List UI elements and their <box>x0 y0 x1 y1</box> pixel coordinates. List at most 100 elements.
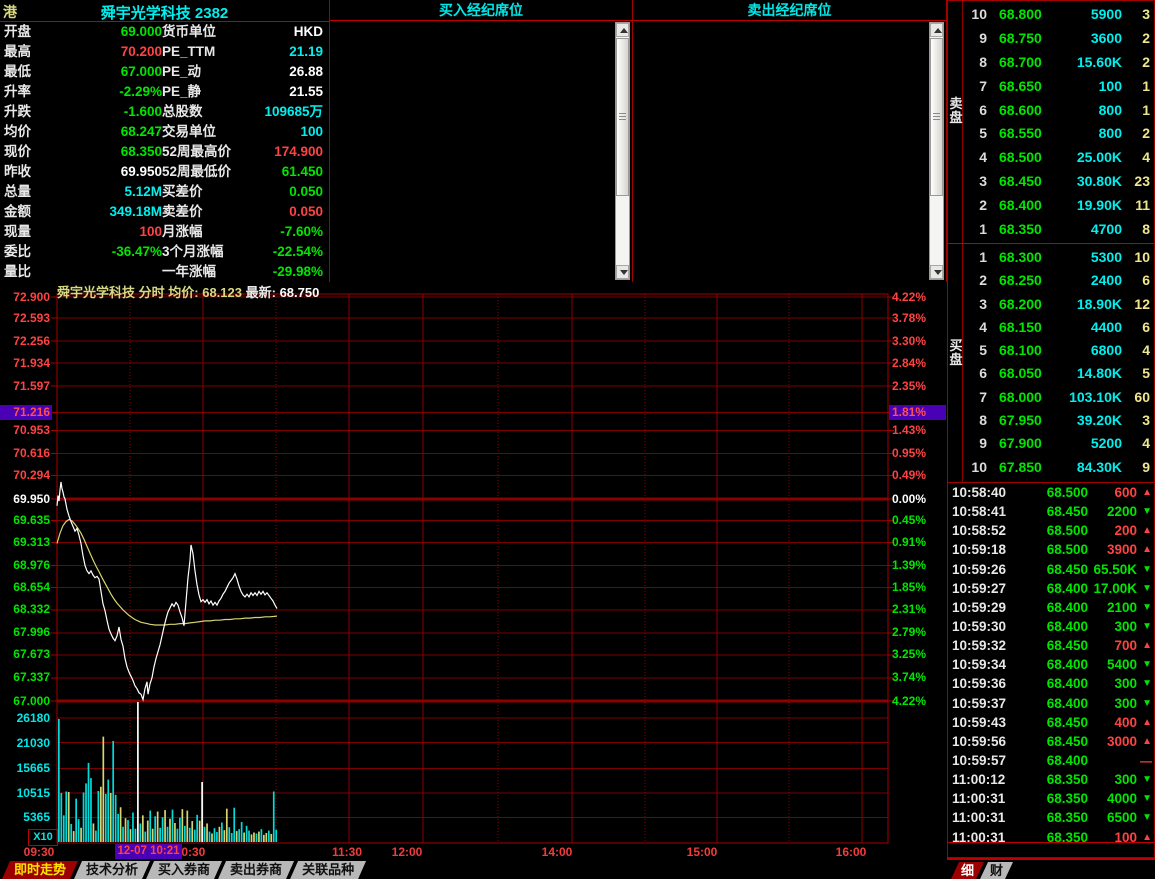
stat-label: 卖差价 <box>162 202 258 222</box>
price-axis-label: 70.616 <box>0 446 52 461</box>
sell-level-row[interactable]: 768.6501001 <box>963 75 1154 99</box>
scrollbar-thumb[interactable] <box>930 38 943 196</box>
scroll-down-icon[interactable] <box>930 265 943 279</box>
arrow-down-icon: ▼ <box>1137 602 1152 613</box>
level-volume: 2400 <box>1055 269 1122 292</box>
sell-level-row[interactable]: 968.75036002 <box>963 27 1154 51</box>
level-price: 68.600 <box>989 99 1055 123</box>
buy-level-row[interactable]: 468.15044006 <box>963 316 1154 339</box>
tick-row: 11:00:3168.3504000▼ <box>948 789 1154 808</box>
sell-level-row[interactable]: 368.45030.80K23 <box>963 170 1154 194</box>
buy-level-row[interactable]: 768.000103.10K60 <box>963 386 1154 409</box>
level-price: 68.250 <box>989 269 1055 292</box>
buy-level-row[interactable]: 568.10068004 <box>963 339 1154 362</box>
level-count: 10 <box>1122 246 1150 269</box>
tab-细[interactable]: 细 <box>951 862 984 879</box>
buy-level-row[interactable]: 967.90052004 <box>963 432 1154 455</box>
stock-code: 2382 <box>195 5 228 22</box>
arrow-down-icon: ▼ <box>1137 659 1152 670</box>
tick-time: 10:58:41 <box>952 504 1014 519</box>
sell-level-row[interactable]: 268.40019.90K11 <box>963 194 1154 218</box>
sell-level-row[interactable]: 668.6008001 <box>963 99 1154 123</box>
buy-level-row[interactable]: 1067.85084.30K9 <box>963 456 1154 479</box>
buy-level-row[interactable]: 168.300530010 <box>963 246 1154 269</box>
sell-level-row[interactable]: 468.50025.00K4 <box>963 146 1154 170</box>
stat-label: 买差价 <box>162 182 258 202</box>
buy-level-row[interactable]: 668.05014.80K5 <box>963 362 1154 385</box>
scrollbar-thumb[interactable] <box>616 38 629 196</box>
tick-footer-box <box>948 842 1154 859</box>
tick-time: 10:59:57 <box>952 753 1014 768</box>
stat-value: -7.60% <box>258 222 323 242</box>
stat-label: 52周最高价 <box>162 142 258 162</box>
level-volume: 6800 <box>1055 339 1122 362</box>
arrow-up-icon: ▲ <box>1137 525 1152 536</box>
stat-value: 0.050 <box>258 182 323 202</box>
arrow-up-icon: ▲ <box>1137 717 1152 728</box>
level-number: 6 <box>963 99 989 123</box>
level-volume: 4700 <box>1055 218 1122 242</box>
level-price: 68.750 <box>989 27 1055 51</box>
orderbook-divider <box>948 243 1154 244</box>
percent-axis-label: 0.49% <box>889 468 946 483</box>
sell-level-row[interactable]: 168.35047008 <box>963 218 1154 242</box>
stat-value: 100 <box>258 122 323 142</box>
percent-axis-label: 1.43% <box>889 423 946 438</box>
stat-label: 现量 <box>4 222 60 242</box>
tick-time: 10:59:36 <box>952 676 1014 691</box>
level-number: 3 <box>963 293 989 316</box>
scroll-up-icon[interactable] <box>930 23 943 37</box>
tab-技术分析[interactable]: 技术分析 <box>74 861 150 879</box>
info-row: 现价68.35052周最高价174.900 <box>0 142 329 162</box>
sell-broker-list[interactable] <box>633 21 946 281</box>
tab-财[interactable]: 财 <box>980 862 1013 879</box>
percent-axis-label: 3.30% <box>889 334 946 349</box>
tick-row: 10:59:3468.4005400▼ <box>948 655 1154 674</box>
arrow-up-icon: ▲ <box>1137 832 1152 843</box>
price-axis-label: 67.996 <box>0 625 52 640</box>
info-row: 升跌-1.600总股数109685万 <box>0 102 329 122</box>
buy-broker-scrollbar[interactable] <box>615 22 630 280</box>
volume-axis-label: 5365 <box>0 810 50 824</box>
tick-price: 68.400 <box>1014 676 1088 691</box>
buy-broker-list[interactable] <box>330 21 632 281</box>
sell-level-row[interactable]: 568.5508002 <box>963 122 1154 146</box>
time-axis-label: 11:30 <box>332 845 362 859</box>
avg-price-label: 均价: <box>168 285 198 300</box>
scroll-up-icon[interactable] <box>616 23 629 37</box>
tab-关联品种[interactable]: 关联品种 <box>290 861 366 879</box>
level-count: 6 <box>1122 269 1150 292</box>
info-row: 量比一年涨幅-29.98% <box>0 262 329 282</box>
tick-time: 10:58:40 <box>952 485 1014 500</box>
sell-broker-scrollbar[interactable] <box>929 22 944 280</box>
level-volume: 5200 <box>1055 432 1122 455</box>
avg-price-value: 68.123 <box>202 285 242 300</box>
tab-即时走势[interactable]: 即时走势 <box>2 861 78 879</box>
arrow-up-icon: ▲ <box>1137 640 1152 651</box>
level-price: 68.200 <box>989 293 1055 316</box>
tab-买入券商[interactable]: 买入券商 <box>146 861 222 879</box>
tab-卖出券商[interactable]: 卖出券商 <box>218 861 294 879</box>
level-price: 68.450 <box>989 170 1055 194</box>
volume-unit-badge: X10 <box>28 829 58 846</box>
scroll-down-icon[interactable] <box>616 265 629 279</box>
stat-value: 0.050 <box>258 202 323 222</box>
sell-side-label: 卖 盘 <box>949 97 963 125</box>
intraday-chart[interactable]: 舜宇光学科技 分时 均价: 68.123 最新: 68.750 72.90072… <box>0 282 947 861</box>
tick-time: 10:59:34 <box>952 657 1014 672</box>
level-volume: 800 <box>1055 99 1122 123</box>
level-count: 2 <box>1122 51 1150 75</box>
buy-level-row[interactable]: 368.20018.90K12 <box>963 293 1154 316</box>
info-row: 最高70.200PE_TTM21.19 <box>0 42 329 62</box>
stat-value: 69.000 <box>60 22 162 42</box>
buy-level-row[interactable]: 268.25024006 <box>963 269 1154 292</box>
stat-value: -29.98% <box>258 262 323 282</box>
stat-label: 均价 <box>4 122 60 142</box>
percent-axis-label: 3.74% <box>889 670 946 685</box>
buy-level-row[interactable]: 867.95039.20K3 <box>963 409 1154 432</box>
chart-plot[interactable] <box>0 282 947 861</box>
sell-level-row[interactable]: 1068.80059003 <box>963 3 1154 27</box>
tick-row: 10:59:2668.45065.50K▼ <box>948 560 1154 579</box>
level-price: 68.800 <box>989 3 1055 27</box>
sell-level-row[interactable]: 868.70015.60K2 <box>963 51 1154 75</box>
